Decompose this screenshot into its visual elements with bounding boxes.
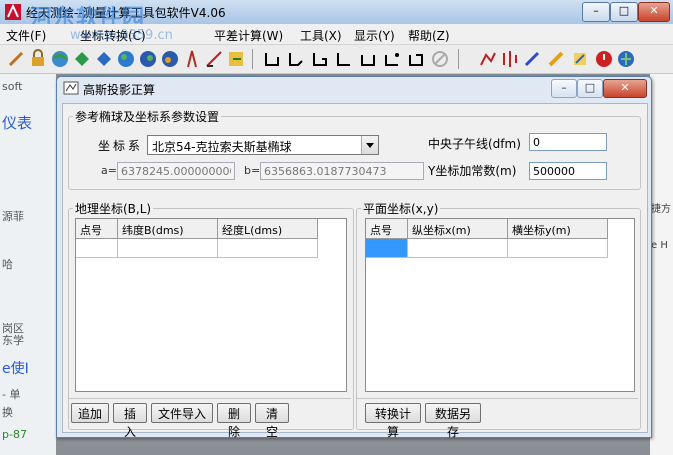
- earth3-icon[interactable]: [160, 49, 180, 69]
- plane-coords-legend: 平面坐标(x,y): [363, 202, 439, 216]
- clear-button[interactable]: 清空: [255, 403, 289, 439]
- gauss-projection-dialog: 高斯投影正算 – □ ✕ 参考椭球及坐标系参数设置 坐标系 北京54-克拉索夫斯…: [56, 76, 652, 439]
- profile-icon[interactable]: [500, 49, 520, 69]
- table-header[interactable]: 经度L(dms): [218, 219, 318, 239]
- pen-icon[interactable]: [522, 49, 542, 69]
- convert-calc-button[interactable]: 转换计算: [365, 403, 421, 439]
- table-cell[interactable]: [118, 239, 218, 258]
- table-cell[interactable]: [508, 239, 608, 258]
- globe-icon[interactable]: [50, 49, 70, 69]
- close-button[interactable]: ✕: [638, 2, 670, 22]
- coord-system-select[interactable]: 北京54-克拉索夫斯基椭球: [147, 135, 379, 155]
- bg-text: 东学: [2, 334, 24, 347]
- menu-file[interactable]: 文件(F): [6, 27, 46, 44]
- watermark-url: www.pc0359.cn: [70, 28, 173, 43]
- bg-text: 捷方: [651, 204, 671, 215]
- bg-text: e使Ⅰ: [2, 361, 29, 377]
- bg-text: - 单: [2, 388, 21, 401]
- toolbar: [0, 45, 673, 74]
- bg-text: 源菲: [2, 210, 24, 223]
- traverse5-icon[interactable]: [358, 49, 378, 69]
- coord-system-label: 坐标系: [98, 139, 144, 153]
- dialog-title-bar: 高斯投影正算 – □ ✕: [57, 77, 651, 99]
- compass-icon[interactable]: [182, 49, 202, 69]
- central-meridian-field[interactable]: [529, 133, 607, 151]
- a-label: a=: [101, 164, 117, 177]
- edit-icon[interactable]: [570, 49, 590, 69]
- save-data-as-button[interactable]: 数据另存: [425, 403, 481, 439]
- polyline-icon[interactable]: [478, 49, 498, 69]
- menu-view[interactable]: 显示(Y): [354, 27, 395, 44]
- app-logo-icon: [5, 3, 21, 20]
- transform-icon[interactable]: [72, 49, 92, 69]
- background-window-left: soft 仪表 源菲 哈 岗区 东学 e使Ⅰ - 单 换 p-87: [0, 68, 56, 455]
- y-constant-field[interactable]: [529, 162, 607, 180]
- bg-text: e H: [651, 240, 668, 251]
- b-label: b=: [244, 164, 261, 177]
- earth2-icon[interactable]: [138, 49, 158, 69]
- toolbar-separator: [252, 49, 253, 69]
- background-window-right: 捷方 e H: [650, 68, 673, 455]
- dialog-close-button[interactable]: ✕: [603, 79, 647, 98]
- earth-icon[interactable]: [116, 49, 136, 69]
- append-button[interactable]: 追加: [71, 403, 109, 423]
- app-title-bar: 经天测绘--测量计算工具包软件V4.06 河东软件园 – □ ✕: [0, 0, 673, 31]
- transform2-icon[interactable]: [94, 49, 114, 69]
- bg-text: 换: [2, 406, 13, 419]
- geo-coords-legend: 地理坐标(B,L): [75, 202, 152, 216]
- pencil-icon[interactable]: [546, 49, 566, 69]
- menu-help[interactable]: 帮助(Z): [408, 27, 450, 44]
- dialog-body: 参考椭球及坐标系参数设置 坐标系 北京54-克拉索夫斯基椭球 a= b= 中央子…: [62, 103, 648, 439]
- table-cell[interactable]: [76, 239, 118, 258]
- maximize-button[interactable]: □: [610, 2, 638, 22]
- chevron-down-icon[interactable]: [361, 136, 378, 154]
- dialog-minimize-button[interactable]: –: [551, 79, 577, 98]
- geo-coords-table[interactable]: 点号 纬度B(dms) 经度L(dms): [75, 218, 347, 392]
- lock-icon[interactable]: [28, 49, 48, 69]
- export-icon[interactable]: [226, 49, 246, 69]
- dialog-app-icon: [63, 81, 79, 95]
- traverse7-icon[interactable]: [406, 49, 426, 69]
- power-icon[interactable]: [594, 49, 614, 69]
- selected-table-cell[interactable]: [366, 239, 408, 258]
- bg-text: soft: [2, 80, 23, 93]
- traverse2-icon[interactable]: [286, 49, 306, 69]
- y-constant-label: Y坐标加常数(m): [428, 164, 517, 178]
- bg-text: 仪表: [2, 114, 33, 132]
- table-header[interactable]: 纬度B(dms): [118, 219, 218, 239]
- table-cell[interactable]: [218, 239, 318, 258]
- minimize-button[interactable]: –: [582, 2, 610, 22]
- traverse1-icon[interactable]: [262, 49, 282, 69]
- plane-coords-table[interactable]: 点号 纵坐标x(m) 横坐标y(m): [365, 218, 635, 392]
- b-field[interactable]: [260, 162, 424, 180]
- table-header[interactable]: 点号: [76, 219, 118, 239]
- menu-tools[interactable]: 工具(X): [300, 27, 342, 44]
- measure-icon[interactable]: [204, 49, 224, 69]
- dialog-title: 高斯投影正算: [83, 83, 156, 97]
- toolbar-separator: [458, 49, 459, 69]
- a-field[interactable]: [117, 162, 235, 180]
- table-header[interactable]: 纵坐标x(m): [408, 219, 508, 239]
- bg-text: 哈: [2, 258, 13, 271]
- run-icon[interactable]: [6, 49, 26, 69]
- menu-adjustment[interactable]: 平差计算(W): [214, 27, 283, 44]
- disabled-icon[interactable]: [430, 49, 450, 69]
- dialog-maximize-button[interactable]: □: [577, 79, 603, 98]
- table-header[interactable]: 点号: [366, 219, 408, 239]
- ellipsoid-params-legend: 参考椭球及坐标系参数设置: [75, 110, 220, 124]
- table-cell[interactable]: [408, 239, 508, 258]
- bg-text: p-87: [2, 428, 27, 441]
- central-meridian-label: 中央子午线(dfm): [428, 137, 521, 151]
- traverse6-icon[interactable]: [382, 49, 402, 69]
- coord-system-value: 北京54-克拉索夫斯基椭球: [152, 140, 292, 154]
- world-icon[interactable]: [616, 49, 636, 69]
- traverse3-icon[interactable]: [310, 49, 330, 69]
- traverse4-icon[interactable]: [334, 49, 354, 69]
- file-import-button[interactable]: 文件导入: [151, 403, 213, 423]
- table-header[interactable]: 横坐标y(m): [508, 219, 608, 239]
- insert-button[interactable]: 插入: [113, 403, 147, 439]
- delete-button[interactable]: 删除: [217, 403, 251, 439]
